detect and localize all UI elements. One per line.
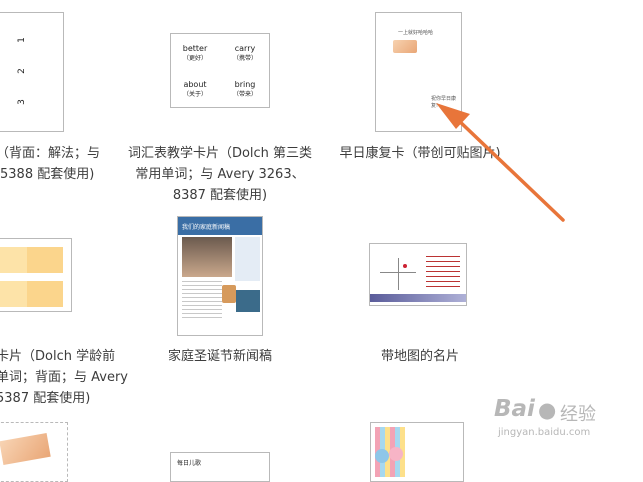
template-thumb-balloon[interactable]: [370, 422, 464, 482]
newsletter-title: 我们的家庭新闻稿: [182, 224, 231, 231]
template-caption[interactable]: 卡片（Dolch 学龄前 单词；背面；与 Avery 5387 配套使用): [0, 346, 128, 409]
vocab-word: （带来）: [232, 91, 257, 98]
bandage-image: [393, 40, 417, 53]
template-thumb-rhyme[interactable]: 每日儿歌: [170, 452, 270, 482]
newsletter-text-lines: [182, 281, 222, 321]
card-image: [27, 247, 63, 273]
template-caption[interactable]: 早日康复卡（带创可贴图片): [330, 143, 510, 164]
paw-icon: ●: [538, 398, 557, 422]
vocab-word: carry: [234, 44, 256, 53]
card-image: [0, 281, 27, 307]
card-text-lines: [426, 256, 460, 288]
template-thumb-card[interactable]: [0, 422, 68, 482]
card-number: 2: [16, 68, 27, 74]
baidu-watermark: Bai ● 经验 jingyan.baidu.com: [494, 396, 639, 441]
card-number: 3: [16, 99, 27, 105]
template-thumb-get-well-card[interactable]: 一上就好哈哈哈 祝你早日康复!: [375, 12, 462, 132]
newsletter-photo: [236, 290, 260, 312]
template-caption[interactable]: 卡（背面：解法；与 5388 配套使用): [0, 143, 100, 185]
card-text: 每日儿歌: [177, 460, 202, 467]
template-caption[interactable]: 带地图的名片: [340, 346, 500, 367]
card-footer-band: [370, 294, 466, 302]
vocab-word: （关于）: [182, 91, 207, 98]
card-text: 一上就好哈哈哈: [398, 30, 434, 36]
card-number: 1: [16, 37, 27, 43]
template-thumb-newsletter[interactable]: 我们的家庭新闻稿: [177, 216, 263, 336]
vocab-word: （更好）: [182, 55, 207, 62]
newsletter-side-column: [235, 237, 260, 281]
template-caption[interactable]: 词汇表教学卡片（Dolch 第三类 常用单词；与 Avery 3263、 838…: [120, 143, 320, 206]
card-image: [0, 247, 27, 273]
template-thumb-map-business-card[interactable]: [369, 243, 467, 306]
balloon-image: [375, 449, 389, 463]
template-thumb-word-cards[interactable]: [0, 238, 72, 312]
vocab-word: bring: [234, 80, 256, 89]
newsletter-photo: [182, 237, 232, 277]
vocab-word: （携带）: [232, 55, 257, 62]
watermark-url: jingyan.baidu.com: [498, 427, 591, 438]
card-image: [0, 433, 51, 465]
template-thumb-number-card[interactable]: 1 2 3: [0, 12, 64, 132]
vocab-word: better: [182, 44, 208, 53]
watermark-logo: Bai: [494, 396, 535, 422]
template-caption[interactable]: 家庭圣诞节新闻稿: [140, 346, 300, 367]
template-thumb-vocab-card[interactable]: better （更好） carry （携带） about （关于） bring …: [170, 33, 270, 108]
watermark-logo-end: 经验: [560, 404, 596, 425]
map-line: [398, 258, 399, 290]
card-text: 祝你早日康复!: [431, 96, 457, 109]
map-pin-icon: [403, 264, 407, 268]
card-image: [27, 281, 63, 307]
balloon-image: [389, 447, 403, 461]
reindeer-image: [222, 285, 236, 303]
vocab-word: about: [183, 80, 207, 89]
